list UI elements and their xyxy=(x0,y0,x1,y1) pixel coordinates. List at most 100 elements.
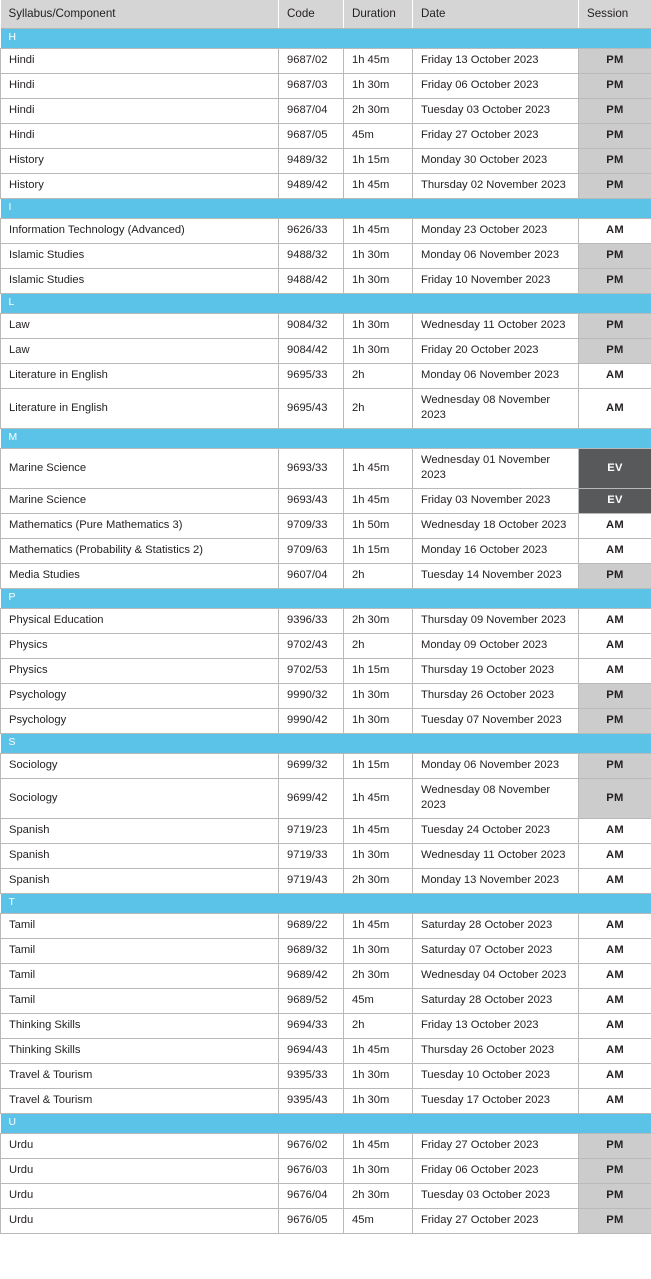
session-badge: PM xyxy=(578,73,651,99)
cell-date: Monday 09 October 2023 xyxy=(412,633,579,659)
session-badge: PM xyxy=(578,173,651,199)
group-header-row: T xyxy=(0,893,651,914)
session-badge: AM xyxy=(578,363,651,389)
table-row: Spanish 9719/23 1h 45m Tuesday 24 October 2… xyxy=(0,818,651,844)
cell-duration: 45m xyxy=(343,1208,413,1234)
table-row: Travel & Tourism 9395/33 1h 30m Tuesday 10 … xyxy=(0,1063,651,1089)
cell-date: Tuesday 03 October 2023 xyxy=(412,98,579,124)
cell-code: 9488/32 xyxy=(278,243,344,269)
cell-syllabus: Spanish xyxy=(0,818,279,844)
cell-code: 9676/02 xyxy=(278,1133,344,1159)
table-row: Marine Science 9693/43 1h 45m Friday 03 Nov… xyxy=(0,488,651,514)
cell-code: 9689/32 xyxy=(278,938,344,964)
table-row: Tamil 9689/32 1h 30m Saturday 07 October 20… xyxy=(0,938,651,964)
table-row: Hindi 9687/05 45m Friday 27 October 2023 PM xyxy=(0,123,651,149)
session-badge: AM xyxy=(578,388,651,429)
cell-duration: 1h 30m xyxy=(343,338,413,364)
cell-syllabus: Tamil xyxy=(0,963,279,989)
table-row: History 9489/42 1h 45m Thursday 02 November… xyxy=(0,173,651,199)
cell-code: 9702/53 xyxy=(278,658,344,684)
cell-date: Saturday 28 October 2023 xyxy=(412,913,579,939)
table-row: Physical Education 9396/33 2h 30m Thursday … xyxy=(0,608,651,634)
cell-date: Wednesday 11 October 2023 xyxy=(412,313,579,339)
table-row: Urdu 9676/04 2h 30m Tuesday 03 October 2023… xyxy=(0,1183,651,1209)
cell-syllabus: Sociology xyxy=(0,778,279,819)
cell-syllabus: Hindi xyxy=(0,73,279,99)
session-badge: PM xyxy=(578,48,651,74)
cell-duration: 45m xyxy=(343,123,413,149)
cell-duration: 2h 30m xyxy=(343,608,413,634)
cell-code: 9607/04 xyxy=(278,563,344,589)
cell-syllabus: Law xyxy=(0,313,279,339)
cell-syllabus: History xyxy=(0,148,279,174)
column-header-date: Date xyxy=(412,0,579,29)
group-letter: I xyxy=(0,198,651,219)
session-badge: PM xyxy=(578,148,651,174)
table-row: Hindi 9687/02 1h 45m Friday 13 October 2023… xyxy=(0,48,651,74)
cell-date: Thursday 02 November 2023 xyxy=(412,173,579,199)
cell-syllabus: Hindi xyxy=(0,98,279,124)
cell-duration: 2h 30m xyxy=(343,1183,413,1209)
cell-syllabus: Islamic Studies xyxy=(0,243,279,269)
group-letter: L xyxy=(0,293,651,314)
cell-duration: 1h 45m xyxy=(343,818,413,844)
session-badge: AM xyxy=(578,1013,651,1039)
cell-duration: 1h 15m xyxy=(343,538,413,564)
cell-date: Friday 27 October 2023 xyxy=(412,1208,579,1234)
column-header-syllabus: Syllabus/Component xyxy=(0,0,279,29)
cell-date: Thursday 19 October 2023 xyxy=(412,658,579,684)
cell-syllabus: Tamil xyxy=(0,988,279,1014)
cell-duration: 1h 15m xyxy=(343,753,413,779)
cell-code: 9693/33 xyxy=(278,448,344,489)
cell-syllabus: Literature in English xyxy=(0,388,279,429)
table-row: Physics 9702/53 1h 15m Thursday 19 October … xyxy=(0,658,651,684)
cell-code: 9699/42 xyxy=(278,778,344,819)
session-badge: EV xyxy=(578,448,651,489)
cell-duration: 1h 30m xyxy=(343,1158,413,1184)
cell-syllabus: Physics xyxy=(0,633,279,659)
cell-syllabus: Sociology xyxy=(0,753,279,779)
cell-date: Wednesday 08 November 2023 xyxy=(412,388,579,429)
cell-duration: 1h 30m xyxy=(343,268,413,294)
cell-date: Friday 03 November 2023 xyxy=(412,488,579,514)
session-badge: AM xyxy=(578,938,651,964)
cell-date: Friday 06 October 2023 xyxy=(412,73,579,99)
cell-date: Friday 27 October 2023 xyxy=(412,1133,579,1159)
session-badge: AM xyxy=(578,1063,651,1089)
table-row: Law 9084/32 1h 30m Wednesday 11 October 202… xyxy=(0,313,651,339)
cell-syllabus: Tamil xyxy=(0,938,279,964)
table-row: Law 9084/42 1h 30m Friday 20 October 2023 PM xyxy=(0,338,651,364)
cell-duration: 1h 30m xyxy=(343,683,413,709)
cell-duration: 2h xyxy=(343,633,413,659)
cell-duration: 2h xyxy=(343,388,413,429)
header-row: Syllabus/Component Code Duration Date Se… xyxy=(0,0,651,29)
session-badge: AM xyxy=(578,608,651,634)
cell-duration: 1h 30m xyxy=(343,243,413,269)
cell-date: Tuesday 17 October 2023 xyxy=(412,1088,579,1114)
cell-date: Monday 06 November 2023 xyxy=(412,243,579,269)
session-badge: AM xyxy=(578,658,651,684)
cell-code: 9990/42 xyxy=(278,708,344,734)
session-badge: AM xyxy=(578,633,651,659)
session-badge: AM xyxy=(578,963,651,989)
cell-duration: 1h 45m xyxy=(343,913,413,939)
cell-code: 9695/33 xyxy=(278,363,344,389)
cell-date: Tuesday 07 November 2023 xyxy=(412,708,579,734)
table-row: Islamic Studies 9488/42 1h 30m Friday 10 No… xyxy=(0,268,651,294)
cell-duration: 1h 45m xyxy=(343,1133,413,1159)
group-letter: M xyxy=(0,428,651,449)
cell-syllabus: Tamil xyxy=(0,913,279,939)
cell-duration: 1h 50m xyxy=(343,513,413,539)
table-row: Hindi 9687/04 2h 30m Tuesday 03 October 202… xyxy=(0,98,651,124)
session-badge: AM xyxy=(578,913,651,939)
cell-date: Friday 10 November 2023 xyxy=(412,268,579,294)
cell-syllabus: Marine Science xyxy=(0,448,279,489)
cell-syllabus: Physics xyxy=(0,658,279,684)
cell-duration: 2h 30m xyxy=(343,963,413,989)
table-row: History 9489/32 1h 15m Monday 30 October 20… xyxy=(0,148,651,174)
cell-date: Wednesday 01 November 2023 xyxy=(412,448,579,489)
cell-code: 9489/42 xyxy=(278,173,344,199)
table-row: Urdu 9676/02 1h 45m Friday 27 October 2023 P… xyxy=(0,1133,651,1159)
cell-date: Tuesday 24 October 2023 xyxy=(412,818,579,844)
group-header-row: S xyxy=(0,733,651,754)
